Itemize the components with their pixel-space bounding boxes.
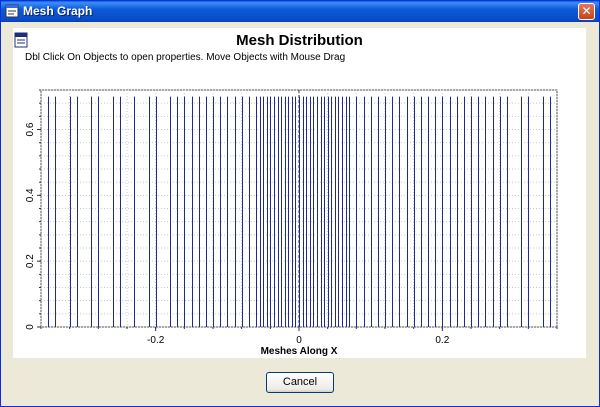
x-axis-label: Meshes Along X: [261, 346, 338, 357]
x-tick-label: 0.2: [435, 335, 449, 346]
mesh-graph-window: Mesh Graph ✕ Mesh Distribution Dbl Click…: [0, 0, 600, 407]
title-bar[interactable]: Mesh Graph ✕: [1, 1, 599, 22]
close-button[interactable]: ✕: [578, 3, 595, 20]
y-tick-label: 0: [25, 324, 36, 330]
y-tick-label: 0.2: [25, 254, 36, 268]
mesh-distribution-chart[interactable]: -0.2 0 0.2 0 0.2 0.4 0.6 Meshes Along X: [13, 28, 586, 358]
x-tick-label: 0: [296, 335, 302, 346]
app-icon: [5, 4, 19, 18]
cancel-button[interactable]: Cancel: [266, 372, 334, 393]
y-tick-label: 0.4: [25, 188, 36, 202]
window-title: Mesh Graph: [23, 4, 93, 18]
chart-panel[interactable]: Mesh Distribution Dbl Click On Objects t…: [13, 28, 586, 358]
x-tick-label: -0.2: [147, 335, 165, 346]
y-tick-label: 0.6: [25, 122, 36, 136]
